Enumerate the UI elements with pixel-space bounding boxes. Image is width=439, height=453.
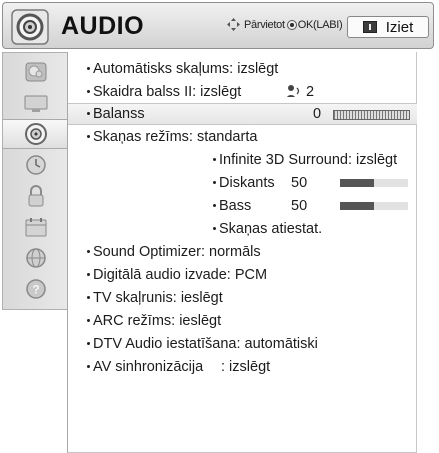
audio-speaker-icon bbox=[24, 123, 47, 145]
menu-item-tv-speaker[interactable]: TV skaļrunis: ieslēgt bbox=[68, 287, 417, 309]
bullet-icon bbox=[87, 295, 90, 299]
menu-item-label: Skaņas režīms: standarta bbox=[93, 129, 258, 145]
menu-item-digital-audio-out[interactable]: Digitālā audio izvade: PCM bbox=[68, 264, 417, 286]
treble-value: 50 bbox=[291, 175, 308, 191]
bullet-icon bbox=[213, 180, 216, 184]
av-sync-value: : izslēgt bbox=[221, 359, 271, 375]
menu-item-label: Skaņas atiestat. bbox=[219, 221, 323, 237]
bullet-icon bbox=[87, 111, 90, 115]
menu-item-dtv-audio[interactable]: DTV Audio iestatīšana: automātiski bbox=[68, 333, 417, 355]
menu-item-sound-reset[interactable]: Skaņas atiestat. bbox=[68, 218, 417, 240]
menu-item-label: Digitālā audio izvade: PCM bbox=[93, 267, 268, 283]
audio-speaker-icon bbox=[11, 9, 49, 45]
sidebar-item-screen[interactable] bbox=[3, 89, 68, 119]
bullet-icon bbox=[87, 341, 90, 345]
help-icon: ? bbox=[25, 279, 46, 299]
menu-item-label: Infinite 3D Surround: izslēgt bbox=[219, 152, 398, 168]
menu-item-balance[interactable]: Balanss 0 bbox=[68, 103, 417, 125]
menu-header: AUDIO Pārvietot OK(LABI) Iziet bbox=[2, 2, 434, 49]
exit-key-icon bbox=[362, 21, 377, 33]
navigation-hint: Pārvietot OK(LABI) bbox=[227, 18, 343, 31]
menu-item-clear-voice[interactable]: Skaidra balss II: izslēgt 2 bbox=[68, 81, 417, 103]
bullet-icon bbox=[213, 157, 216, 161]
ok-button-icon bbox=[286, 19, 297, 30]
menu-item-arc-mode[interactable]: ARC režīms: ieslēgt bbox=[68, 310, 417, 332]
treble-slider-fill bbox=[340, 179, 374, 187]
globe-icon bbox=[25, 248, 46, 268]
menu-item-label: Sound Optimizer: normāls bbox=[93, 244, 261, 260]
picture-icon bbox=[25, 62, 46, 82]
clock-icon bbox=[25, 155, 46, 175]
lock-icon bbox=[28, 185, 43, 207]
bullet-icon bbox=[213, 203, 216, 207]
menu-item-label: Bass bbox=[219, 198, 252, 214]
sidebar-item-network[interactable] bbox=[3, 243, 68, 273]
bullet-icon bbox=[87, 272, 90, 276]
audio-menu-list: Automātisks skaļums: izslēgt Skaidra bal… bbox=[67, 52, 417, 453]
calendar-icon bbox=[25, 218, 46, 237]
bullet-icon bbox=[87, 318, 90, 322]
menu-item-label: DTV Audio iestatīšana: automātiski bbox=[93, 336, 318, 352]
menu-item-label: Balanss bbox=[93, 106, 145, 122]
sidebar-item-time[interactable] bbox=[3, 150, 68, 180]
bullet-icon bbox=[87, 134, 90, 138]
sidebar-item-picture[interactable] bbox=[3, 57, 68, 87]
screen-icon bbox=[24, 95, 47, 112]
menu-item-bass[interactable]: Bass 50 bbox=[68, 195, 417, 217]
menu-item-auto-volume[interactable]: Automātisks skaļums: izslēgt bbox=[68, 58, 417, 80]
page-title: AUDIO bbox=[61, 12, 145, 40]
balance-slider[interactable] bbox=[333, 110, 410, 120]
menu-item-label: Skaidra balss II: izslēgt bbox=[93, 84, 242, 100]
exit-button-label: Iziet bbox=[385, 18, 414, 36]
menu-item-label: ARC režīms: ieslēgt bbox=[93, 313, 222, 329]
sidebar-item-options[interactable] bbox=[3, 212, 68, 242]
sidebar-item-support[interactable]: ? bbox=[3, 274, 68, 304]
menu-item-sound-optimizer[interactable]: Sound Optimizer: normāls bbox=[68, 241, 417, 263]
bass-value: 50 bbox=[291, 198, 308, 214]
bass-slider[interactable] bbox=[340, 202, 408, 210]
nav-hint-label: Pārvietot bbox=[244, 18, 285, 31]
sidebar-item-lock[interactable] bbox=[3, 181, 68, 211]
ok-hint-label: OK(LABI) bbox=[297, 18, 343, 31]
balance-value: 0 bbox=[313, 106, 322, 122]
clear-voice-icon bbox=[287, 85, 300, 97]
bullet-icon bbox=[87, 89, 90, 93]
dpad-icon bbox=[227, 18, 240, 31]
menu-item-label: AV sinhronizācija bbox=[93, 359, 204, 375]
bass-slider-fill bbox=[340, 202, 374, 210]
menu-item-sound-mode[interactable]: Skaņas režīms: standarta bbox=[68, 126, 417, 148]
category-sidebar: ? bbox=[2, 52, 68, 310]
bullet-icon bbox=[87, 249, 90, 253]
menu-item-treble[interactable]: Diskants 50 bbox=[68, 172, 417, 194]
menu-item-label: TV skaļrunis: ieslēgt bbox=[93, 290, 223, 306]
menu-item-av-sync[interactable]: AV sinhronizācija : izslēgt bbox=[68, 356, 417, 378]
exit-button[interactable]: Iziet bbox=[347, 16, 429, 38]
menu-item-label: Diskants bbox=[219, 175, 275, 191]
treble-slider[interactable] bbox=[340, 179, 408, 187]
sidebar-item-audio[interactable] bbox=[3, 119, 68, 149]
menu-item-label: Automātisks skaļums: izslēgt bbox=[93, 61, 279, 77]
svg-text:?: ? bbox=[32, 283, 39, 297]
menu-item-surround[interactable]: Infinite 3D Surround: izslēgt bbox=[68, 149, 417, 171]
clear-voice-level: 2 bbox=[306, 84, 315, 100]
bullet-icon bbox=[213, 226, 216, 230]
bullet-icon bbox=[87, 364, 90, 368]
bullet-icon bbox=[87, 66, 90, 70]
